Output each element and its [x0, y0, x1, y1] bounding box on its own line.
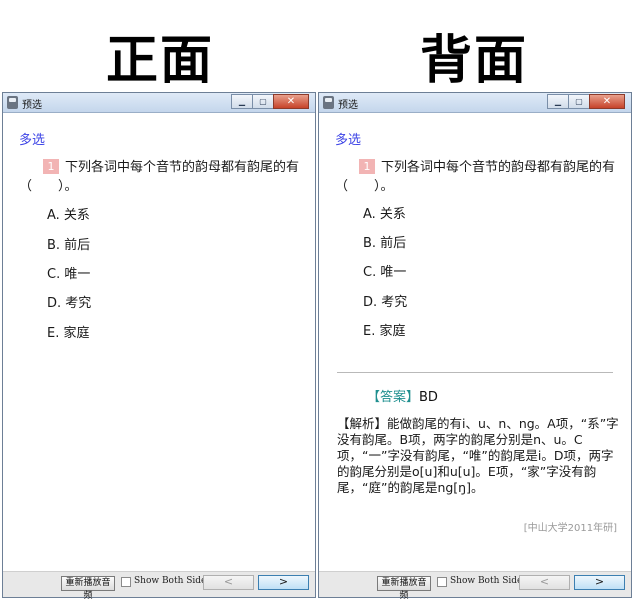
answer-divider [337, 372, 613, 373]
question-text: 下列各词中每个音节的韵母都有韵尾的有（ ）。 [335, 160, 616, 194]
bottom-toolbar: 重新播放音频 Show Both Sides < > [3, 571, 315, 601]
question-stem: 1 下列各词中每个音节的韵母都有韵尾的有（ ）。 [335, 158, 617, 196]
back-heading: 背面 [420, 30, 529, 91]
bottom-toolbar: 重新播放音频 Show Both Sides < > [319, 571, 631, 601]
close-button[interactable]: ✕ [589, 94, 625, 109]
app-icon [7, 96, 18, 109]
question-stem: 1 下列各词中每个音节的韵母都有韵尾的有（ ）。 [19, 158, 301, 196]
question-type: 多选 [19, 133, 46, 148]
question-source: [中山大学2011年研] [523, 523, 617, 534]
window-title: 预选 [338, 100, 358, 111]
option-d: D. 考究 [363, 295, 408, 310]
answer-line: 【答案】BD [367, 386, 438, 405]
option-b: B. 前后 [363, 236, 407, 251]
previous-button[interactable]: < [203, 575, 254, 590]
window-controls: ▁ ▢ ✕ [547, 94, 625, 110]
maximize-button[interactable]: ▢ [252, 94, 274, 109]
title-bar: 预选 ▁ ▢ ✕ [3, 93, 315, 113]
option-a: A. 关系 [47, 208, 90, 223]
window-title: 预选 [22, 100, 42, 111]
preview-window-back: 预选 ▁ ▢ ✕ 多选 1 下列各词中每个音节的韵母都有韵尾的有（ ）。 A. 关… [318, 92, 632, 601]
preview-window-front: 预选 ▁ ▢ ✕ 多选 1 下列各词中每个音节的韵母都有韵尾的有（ ）。 A. 关… [2, 92, 316, 601]
card-content: 多选 1 下列各词中每个音节的韵母都有韵尾的有（ ）。 A. 关系 B. 前后 C… [319, 114, 631, 571]
show-both-sides-checkbox[interactable] [437, 577, 447, 587]
replay-audio-button[interactable]: 重新播放音频 [61, 576, 115, 601]
previous-button[interactable]: < [519, 575, 570, 590]
replay-audio-button[interactable]: 重新播放音频 [377, 576, 431, 601]
maximize-button[interactable]: ▢ [568, 94, 590, 109]
close-button[interactable]: ✕ [273, 94, 309, 109]
option-b: B. 前后 [47, 238, 91, 253]
app-icon [323, 96, 334, 109]
answer-explanation: 【解析】能做韵尾的有i、u、n、ng。A项，“系”字没有韵尾。B项，两字的韵尾分… [337, 416, 619, 495]
show-both-sides-label[interactable]: Show Both Sides [450, 576, 527, 586]
option-d: D. 考究 [47, 296, 92, 311]
window-controls: ▁ ▢ ✕ [231, 94, 309, 110]
option-a: A. 关系 [363, 207, 406, 222]
show-both-sides-label[interactable]: Show Both Sides [134, 576, 211, 586]
card-content: 多选 1 下列各词中每个音节的韵母都有韵尾的有（ ）。 A. 关系 B. 前后 C… [3, 114, 315, 571]
question-text: 下列各词中每个音节的韵母都有韵尾的有（ ）。 [19, 160, 300, 194]
minimize-button[interactable]: ▁ [231, 94, 253, 109]
title-bar: 预选 ▁ ▢ ✕ [319, 93, 631, 113]
option-c: C. 唯一 [363, 265, 407, 280]
next-button[interactable]: > [258, 575, 309, 590]
answer-value: BD [419, 390, 438, 405]
show-both-sides-checkbox[interactable] [121, 577, 131, 587]
question-type: 多选 [335, 133, 362, 148]
next-button[interactable]: > [574, 575, 625, 590]
front-heading: 正面 [106, 30, 215, 91]
answer-tag: 【答案】 [367, 390, 420, 405]
option-e: E. 家庭 [47, 326, 90, 341]
question-number-badge: 1 [43, 159, 59, 174]
minimize-button[interactable]: ▁ [547, 94, 569, 109]
question-number-badge: 1 [359, 159, 375, 174]
option-c: C. 唯一 [47, 267, 91, 282]
option-e: E. 家庭 [363, 324, 406, 339]
